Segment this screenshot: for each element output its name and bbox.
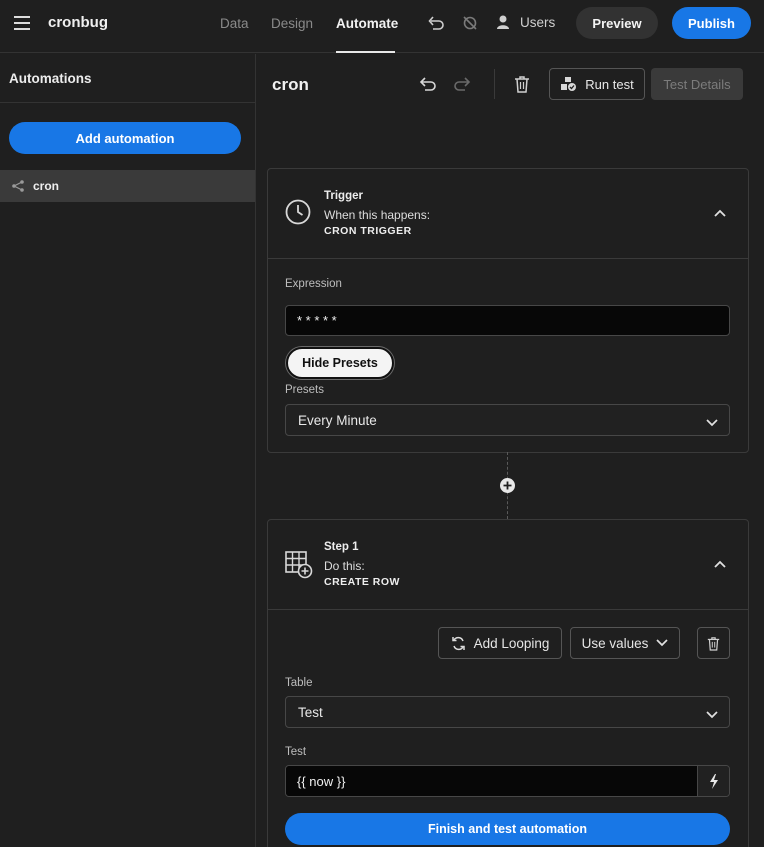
trigger-name: CRON TRIGGER <box>324 225 412 237</box>
presets-value: Every Minute <box>298 412 377 428</box>
sidebar-item-label: cron <box>33 179 60 193</box>
add-looping-label: Add Looping <box>473 635 550 651</box>
table-add-icon <box>285 551 313 582</box>
chevron-down-icon <box>656 639 668 647</box>
divider <box>0 102 255 103</box>
tab-automate[interactable]: Automate <box>336 16 398 31</box>
finish-and-test-button[interactable]: Finish and test automation <box>285 813 730 845</box>
share-icon <box>12 180 24 192</box>
expression-input[interactable]: * * * * * <box>285 305 730 336</box>
expression-label: Expression <box>285 278 342 290</box>
users-label: Users <box>520 14 556 30</box>
trigger-card: Trigger When this happens: CRON TRIGGER … <box>267 168 749 453</box>
user-icon <box>497 15 509 29</box>
tab-design[interactable]: Design <box>271 16 313 31</box>
run-test-label: Run test <box>585 76 634 92</box>
sidebar: Automations Add automation cron <box>0 54 256 847</box>
top-bar: cronbug Data Design Automate Users Previ… <box>0 0 764 53</box>
test-field-input[interactable]: {{ now }} <box>286 766 697 796</box>
users-button[interactable]: Users <box>496 14 555 30</box>
step-name: CREATE ROW <box>324 576 400 588</box>
add-looping-button[interactable]: Add Looping <box>438 627 562 659</box>
loop-icon <box>451 636 465 650</box>
chevron-down-icon <box>706 707 718 722</box>
step-header[interactable]: Step 1 Do this: CREATE ROW <box>268 520 748 610</box>
hide-presets-button[interactable]: Hide Presets <box>286 347 394 379</box>
chevron-up-icon[interactable] <box>714 205 726 220</box>
test-details-button[interactable]: Test Details <box>651 68 743 100</box>
table-select[interactable]: Test <box>285 696 730 728</box>
delete-automation-icon[interactable] <box>512 74 532 94</box>
menu-icon[interactable] <box>14 16 30 30</box>
toolbar-divider <box>494 69 495 99</box>
preview-button[interactable]: Preview <box>576 7 658 39</box>
test-field: {{ now }} <box>285 765 730 797</box>
publish-button[interactable]: Publish <box>672 7 751 39</box>
step-subtitle: Do this: <box>324 559 365 573</box>
redo-icon[interactable] <box>451 74 473 94</box>
presets-label: Presets <box>285 384 324 396</box>
chevron-down-icon <box>706 415 718 430</box>
trash-icon <box>707 636 720 651</box>
undo-icon[interactable] <box>417 74 439 94</box>
run-test-button[interactable]: Run test <box>549 68 645 100</box>
automation-title: cron <box>272 75 309 94</box>
app-settings-icon[interactable] <box>461 14 479 32</box>
trigger-kicker: Trigger <box>324 190 363 202</box>
delete-step-button[interactable] <box>697 627 730 659</box>
chevron-up-icon[interactable] <box>714 556 726 571</box>
add-automation-button[interactable]: Add automation <box>9 122 241 154</box>
binding-bolt-icon[interactable] <box>697 766 729 796</box>
use-values-label: Use values <box>581 635 649 651</box>
use-values-dropdown[interactable]: Use values <box>570 627 680 659</box>
table-label: Table <box>285 677 313 689</box>
step-kicker: Step 1 <box>324 541 359 553</box>
automation-editor: cron Run test Test Details Trigger When … <box>257 54 764 847</box>
sidebar-title: Automations <box>9 71 92 86</box>
trigger-header[interactable]: Trigger When this happens: CRON TRIGGER <box>268 169 748 259</box>
step-card: Step 1 Do this: CREATE ROW Add Looping U… <box>267 519 749 847</box>
version-history-icon[interactable] <box>426 14 446 32</box>
table-value: Test <box>298 704 323 720</box>
active-tab-indicator <box>336 51 395 53</box>
add-step-icon[interactable] <box>500 478 515 493</box>
test-field-label: Test <box>285 746 307 758</box>
run-test-icon <box>561 77 577 91</box>
clock-icon <box>285 199 311 228</box>
trigger-subtitle: When this happens: <box>324 208 431 222</box>
app-name: cronbug <box>48 14 108 31</box>
sidebar-item-cron[interactable]: cron <box>0 170 255 202</box>
tab-data[interactable]: Data <box>220 16 249 31</box>
presets-select[interactable]: Every Minute <box>285 404 730 436</box>
